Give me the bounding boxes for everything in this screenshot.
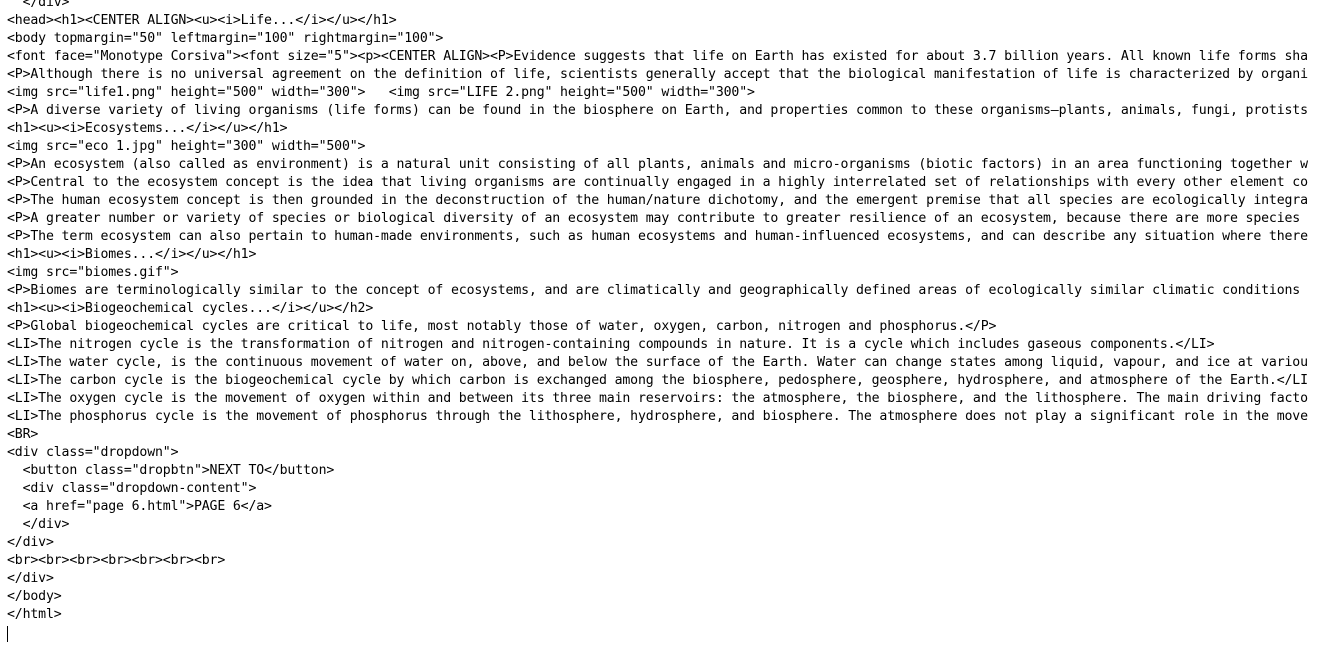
code-line: <img src="biomes.gif">	[7, 265, 179, 280]
code-line: <h1><u><i>Biogeochemical cycles...</i></…	[7, 301, 374, 316]
code-line: <P>The term ecosystem can also pertain t…	[7, 229, 1308, 244]
code-line: <P>Global biogeochemical cycles are crit…	[7, 319, 997, 334]
code-line: <LI>The nitrogen cycle is the transforma…	[7, 337, 1215, 352]
code-line: <head><h1><CENTER ALIGN><u><i>Life...</i…	[7, 13, 397, 28]
code-line: <LI>The phosphorus cycle is the movement…	[7, 409, 1308, 424]
code-line: <P>Central to the ecosystem concept is t…	[7, 175, 1308, 190]
code-line: <P>Biomes are terminologically similar t…	[7, 283, 1301, 298]
code-line: <P>The human ecosystem concept is then g…	[7, 193, 1308, 208]
code-line: <LI>The carbon cycle is the biogeochemic…	[7, 373, 1308, 388]
code-line: <BR>	[7, 427, 39, 442]
code-line: </html>	[7, 607, 62, 622]
code-line: <h1><u><i>Ecosystems...</i></u></h1>	[7, 121, 288, 136]
code-line: <body topmargin="50" leftmargin="100" ri…	[7, 31, 444, 46]
code-line: </div>	[7, 535, 54, 550]
code-line: <LI>The oxygen cycle is the movement of …	[7, 391, 1308, 406]
code-line: <P>A diverse variety of living organisms…	[7, 103, 1308, 118]
code-line: <br><br><br><br><br><br><br>	[7, 553, 226, 568]
code-line: <h1><u><i>Biomes...</i></u></h1>	[7, 247, 257, 262]
code-line: </div>	[7, 517, 70, 532]
code-line: </div>	[7, 571, 54, 586]
code-line: <P>A greater number or variety of specie…	[7, 211, 1301, 226]
code-line: <P>Although there is no universal agreem…	[7, 67, 1308, 82]
code-line: <P>An ecosystem (also called as environm…	[7, 157, 1308, 172]
code-line: <div class="dropdown">	[7, 445, 179, 460]
code-line: <button class="dropbtn">NEXT TO</button>	[7, 463, 335, 478]
code-editor[interactable]: </div> <head><h1><CENTER ALIGN><u><i>Lif…	[0, 0, 1338, 648]
code-line: </body>	[7, 589, 62, 604]
code-line: <a href="page 6.html">PAGE 6</a>	[7, 499, 272, 514]
code-line: <font face="Monotype Corsiva"><font size…	[7, 49, 1308, 64]
code-line: <LI>The water cycle, is the continuous m…	[7, 355, 1308, 370]
code-line: <div class="dropdown-content">	[7, 481, 257, 496]
code-line: <img src="life1.png" height="500" width=…	[7, 85, 755, 100]
code-line: <img src="eco 1.jpg" height="300" width=…	[7, 139, 366, 154]
text-cursor	[7, 626, 8, 642]
code-line: </div>	[7, 0, 70, 10]
